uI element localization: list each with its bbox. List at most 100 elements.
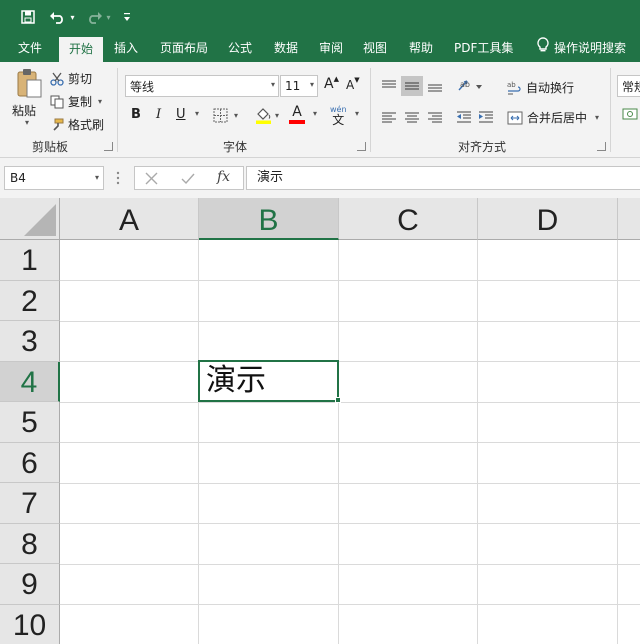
name-box-value: B4 [10,171,26,185]
redo-button[interactable]: ▾ [84,7,112,27]
copy-dropdown-icon[interactable]: ▾ [98,97,102,106]
merge-center-button[interactable]: 合并后居中 ▾ [507,109,599,126]
row-header-2[interactable]: 2 [0,280,60,321]
column-header-a[interactable]: A [60,198,199,240]
number-format-dropdown[interactable]: 常规 [617,75,640,97]
accounting-format-icon[interactable] [622,106,638,125]
tab-help[interactable]: 帮助 [399,34,443,62]
copy-icon [50,95,64,108]
phonetic-char: 文 [332,113,345,127]
increase-indent-icon[interactable] [478,110,494,127]
row-header-9[interactable]: 9 [0,564,60,605]
customize-toolbar-icon[interactable] [120,7,134,27]
middle-align-icon[interactable] [401,76,423,96]
grid-line [60,563,640,565]
underline-button[interactable]: U [176,107,186,122]
borders-button[interactable]: ▾ [213,108,238,123]
row-header-3[interactable]: 3 [0,321,60,362]
wrap-text-button[interactable]: ab 自动换行 [507,79,574,96]
column-header-e[interactable] [618,198,640,240]
bottom-align-icon[interactable] [427,79,443,96]
ribbon-tabs: 文件 开始 插入 页面布局 公式 数据 审阅 视图 帮助 PDF工具集 操作说明… [0,34,640,62]
chevron-down-icon: ▾ [309,80,314,89]
cut-button[interactable]: 剪切 [50,70,92,87]
grow-font-icon: A [324,76,334,92]
align-left-icon[interactable] [381,111,397,126]
tab-pdf-tools[interactable]: PDF工具集 [444,34,523,62]
row-header-1[interactable]: 1 [0,240,60,281]
wrap-text-icon: ab [507,81,521,94]
merge-dropdown-icon[interactable]: ▾ [595,113,599,122]
grid-line [60,482,640,484]
column-header-d[interactable]: D [478,198,618,240]
tab-review[interactable]: 审阅 [309,34,353,62]
borders-icon [213,108,228,123]
tab-page-layout[interactable]: 页面布局 [150,34,218,62]
paste-button[interactable] [12,68,46,98]
tab-formulas[interactable]: 公式 [218,34,262,62]
cancel-icon[interactable] [145,172,158,188]
copy-button[interactable]: 复制 ▾ [50,93,102,110]
column-header-b[interactable]: B [199,198,339,240]
increase-font-size-button[interactable]: A ▲ [324,75,339,92]
save-icon[interactable] [18,7,38,27]
top-align-icon[interactable] [381,79,397,96]
paste-dropdown-icon[interactable]: ▾ [22,118,29,127]
fill-color-button[interactable]: ▾ [255,106,279,124]
alignment-group-label: 对齐方式 [457,140,506,154]
alignment-launcher-icon[interactable] [597,142,606,151]
clipboard-launcher-icon[interactable] [104,142,113,151]
font-color-button[interactable]: A [289,105,305,124]
format-painter-button[interactable]: 格式刷 [50,116,104,133]
group-divider [370,68,371,152]
decrease-font-size-button[interactable]: A ▼ [346,76,360,92]
font-color-dropdown-icon[interactable]: ▾ [310,109,317,118]
fill-handle[interactable] [335,397,341,403]
grid-line [60,401,640,403]
bold-button[interactable]: B [131,107,141,122]
row-header-10[interactable]: 10 [0,604,60,644]
name-box[interactable]: B4 ▾ [4,166,104,190]
font-size-dropdown[interactable]: 11 ▾ [280,75,318,97]
formula-input[interactable]: 演示 [246,166,640,190]
orientation-icon[interactable]: ab [457,78,483,95]
grid-line [60,320,640,322]
tab-home[interactable]: 开始 [59,37,104,62]
enter-icon[interactable] [181,172,195,188]
phonetic-guide-button[interactable]: wén 文 [330,105,347,127]
undo-button[interactable]: ▾ [48,7,76,27]
cell-b4[interactable]: 演示 [198,360,339,402]
phonetic-dropdown-icon[interactable]: ▾ [352,109,359,118]
tab-file[interactable]: 文件 [8,34,52,62]
font-name-dropdown[interactable]: 等线 ▾ [125,75,279,97]
grid-line [60,361,640,362]
tell-me-search[interactable]: 操作说明搜索 [527,34,636,62]
row-header-6[interactable]: 6 [0,442,60,483]
align-right-icon[interactable] [427,111,443,126]
decrease-indent-icon[interactable] [456,110,472,127]
merge-center-label: 合并后居中 [527,111,588,125]
row-header-4[interactable]: 4 [0,361,60,402]
tab-view[interactable]: 视图 [353,34,397,62]
scissors-icon [50,72,64,86]
paste-label[interactable]: 粘贴 [12,102,36,119]
worksheet-grid: A B C D 1 2 3 4 5 6 7 8 9 10 演示 [0,198,640,644]
formula-buttons: fx [134,166,244,190]
more-options-icon[interactable] [116,171,120,188]
row-header-8[interactable]: 8 [0,523,60,564]
undo-dropdown-icon[interactable]: ▾ [70,13,74,22]
tab-insert[interactable]: 插入 [104,34,148,62]
italic-button[interactable]: I [156,107,161,122]
insert-function-icon[interactable]: fx [217,169,230,185]
column-header-c[interactable]: C [339,198,478,240]
grid-line [60,523,640,524]
underline-dropdown-icon[interactable]: ▾ [192,109,199,118]
row-header-7[interactable]: 7 [0,483,60,524]
row-header-5[interactable]: 5 [0,402,60,443]
tab-data[interactable]: 数据 [264,34,308,62]
select-all-button[interactable] [0,198,60,240]
redo-dropdown-icon[interactable]: ▾ [106,13,110,22]
align-center-icon[interactable] [404,111,420,126]
format-painter-label: 格式刷 [68,118,105,132]
font-launcher-icon[interactable] [357,142,366,151]
